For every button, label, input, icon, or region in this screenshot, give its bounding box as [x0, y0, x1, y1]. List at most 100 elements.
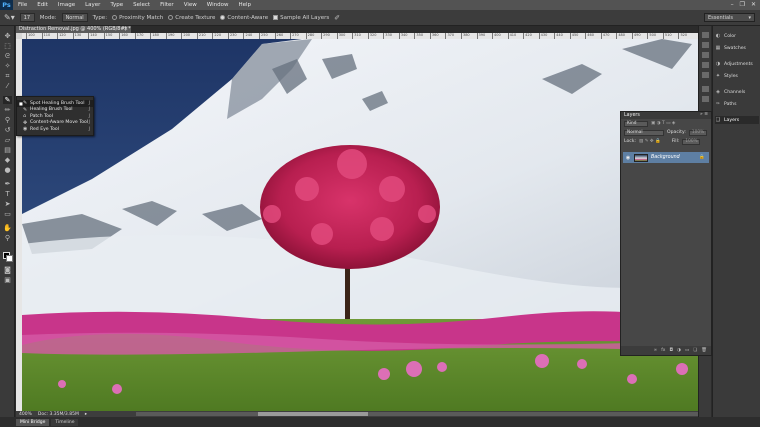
workspace-switcher[interactable]: Essentials ▾: [704, 13, 755, 22]
document-canvas[interactable]: [22, 39, 698, 411]
path-select-tool-icon[interactable]: ➤: [3, 200, 12, 208]
document-size[interactable]: Doc: 3.35M/3.85M: [38, 412, 79, 417]
dock-swatches[interactable]: ▦ Swatches: [715, 44, 759, 52]
filter-icons[interactable]: ▣ ◑ T ▭ ◈: [651, 121, 675, 126]
quick-select-tool-icon[interactable]: ✧: [3, 62, 12, 70]
layers-panel-header[interactable]: Layers » ≡: [621, 112, 711, 119]
shortcut-key: J: [88, 100, 90, 106]
sample-all-layers-checkbox[interactable]: [273, 14, 279, 20]
status-menu-arrow-icon[interactable]: ▸: [85, 412, 87, 417]
red-eye-icon: ◉: [23, 126, 28, 133]
properties-panel-icon[interactable]: [702, 42, 709, 48]
link-layers-icon[interactable]: ∞: [653, 348, 657, 353]
history-panel-icon[interactable]: [702, 32, 709, 38]
proximity-radio[interactable]: [112, 14, 118, 20]
dock-channels[interactable]: ◈ Channels: [715, 88, 759, 96]
dock-color[interactable]: ◐ Color: [715, 32, 759, 40]
minimize-button[interactable]: –: [731, 1, 734, 8]
pressure-size-icon[interactable]: ✐: [334, 14, 340, 22]
layer-name[interactable]: Background: [651, 155, 680, 160]
marquee-tool-icon[interactable]: ⬚: [3, 42, 12, 50]
sample-all-layers-option[interactable]: Sample All Layers: [273, 14, 329, 21]
menu-filter[interactable]: Filter: [155, 2, 179, 8]
tool-preset-icon[interactable]: ✎▾: [4, 13, 15, 22]
move-tool-icon[interactable]: ✥: [3, 32, 12, 40]
history-brush-tool-icon[interactable]: ↺: [3, 126, 12, 134]
lasso-tool-icon[interactable]: ᘓ: [3, 52, 12, 60]
info-panel-icon[interactable]: [702, 52, 709, 58]
kind-filter-select[interactable]: Kind: [624, 120, 648, 127]
eye-icon[interactable]: ◉: [625, 155, 631, 161]
menu-image[interactable]: Image: [53, 2, 80, 8]
dock-adjustments[interactable]: ◑ Adjustments: [715, 60, 759, 68]
dodge-tool-icon[interactable]: ●: [3, 166, 12, 174]
flyout-item-red-eye[interactable]: ◉ Red Eye Tool J: [17, 126, 93, 133]
scrollbar-thumb[interactable]: [258, 412, 368, 416]
flyout-item-label: Red Eye Tool: [30, 126, 60, 132]
layer-style-icon[interactable]: fx: [661, 348, 665, 353]
spot-healing-tool-icon[interactable]: ✎: [3, 96, 12, 104]
panel-menu-icon[interactable]: » ≡: [700, 112, 708, 117]
blur-tool-icon[interactable]: ◆: [3, 156, 12, 164]
content-aware-radio[interactable]: [220, 14, 226, 20]
close-button[interactable]: ✕: [751, 1, 756, 8]
close-tab-icon[interactable]: ×: [124, 26, 128, 33]
type-option-proximity[interactable]: Proximity Match: [112, 14, 163, 21]
adjustment-layer-icon[interactable]: ◑: [677, 348, 681, 353]
background-color-swatch[interactable]: [6, 255, 13, 262]
hand-tool-icon[interactable]: ✋: [3, 224, 12, 232]
menu-type[interactable]: Type: [105, 2, 128, 8]
pen-tool-icon[interactable]: ✒: [3, 180, 12, 188]
trash-icon[interactable]: 🗑: [701, 348, 707, 353]
eyedropper-tool-icon[interactable]: ⁄: [3, 82, 12, 90]
create-texture-radio[interactable]: [168, 14, 174, 20]
horizontal-scrollbar[interactable]: [136, 412, 706, 416]
layer-row-background[interactable]: ◉ Background 🔒: [623, 152, 709, 163]
brush-tool-icon[interactable]: ✏: [3, 106, 12, 114]
document-title: Distraction Removal.jpg @ 400% (RGB/8#) …: [19, 26, 131, 32]
type-option-create-texture[interactable]: Create Texture: [168, 14, 215, 21]
fill-field[interactable]: 100%: [682, 138, 701, 145]
zoom-level[interactable]: 400%: [19, 412, 32, 417]
lock-options-icons[interactable]: ▨ ✎ ✥ 🔒: [639, 139, 661, 144]
menu-window[interactable]: Window: [202, 2, 234, 8]
menu-help[interactable]: Help: [233, 2, 256, 8]
dock-layers[interactable]: ❑ Layers: [715, 116, 759, 124]
tab-mini-bridge[interactable]: Mini Bridge: [16, 418, 50, 426]
menu-layer[interactable]: Layer: [80, 2, 105, 8]
clone-source-panel-icon[interactable]: [702, 72, 709, 78]
menu-view[interactable]: View: [179, 2, 202, 8]
brush-panel-icon[interactable]: [702, 62, 709, 68]
mode-select[interactable]: Normal: [61, 13, 88, 22]
menu-select[interactable]: Select: [128, 2, 155, 8]
screen-mode-icon[interactable]: ▣: [3, 276, 12, 284]
eraser-tool-icon[interactable]: ▱: [3, 136, 12, 144]
new-group-icon[interactable]: ▭: [685, 348, 689, 353]
restore-button[interactable]: ❐: [740, 1, 745, 8]
gradient-tool-icon[interactable]: ▤: [3, 146, 12, 154]
opacity-field[interactable]: 100%: [688, 129, 707, 136]
tab-timeline[interactable]: Timeline: [51, 418, 79, 426]
shape-tool-icon[interactable]: ▭: [3, 210, 12, 218]
crop-tool-icon[interactable]: ⌗: [3, 72, 12, 80]
brush-size-picker[interactable]: 17: [19, 13, 35, 22]
layer-thumbnail[interactable]: [634, 153, 648, 162]
type-option-content-aware[interactable]: Content-Aware: [220, 14, 268, 21]
dock-paths[interactable]: ✑ Paths: [715, 100, 759, 108]
menu-file[interactable]: File: [13, 2, 32, 8]
add-mask-icon[interactable]: ◘: [669, 348, 673, 353]
flyout-item-label: Content-Aware Move Tool: [30, 120, 89, 126]
dock-styles[interactable]: ✦ Styles: [715, 72, 759, 80]
clone-stamp-tool-icon[interactable]: ⚲: [3, 116, 12, 124]
document-tab[interactable]: Distraction Removal.jpg @ 400% (RGB/8#) …: [16, 26, 131, 33]
character-panel-icon[interactable]: [702, 86, 709, 92]
menu-edit[interactable]: Edit: [32, 2, 53, 8]
paragraph-panel-icon[interactable]: [702, 96, 709, 102]
blend-mode-select[interactable]: Normal: [624, 129, 664, 136]
new-layer-icon[interactable]: ❏: [693, 348, 697, 353]
quick-mask-icon[interactable]: ◙: [3, 266, 12, 274]
zoom-tool-icon[interactable]: ⚲: [3, 234, 12, 242]
type-tool-icon[interactable]: T: [3, 190, 12, 198]
brush-size-value: 17: [23, 14, 31, 21]
tools-panel: ✥ ⬚ ᘓ ✧ ⌗ ⁄ ✎ ✏ ⚲ ↺ ▱ ▤ ◆ ● ✒ T ➤ ▭ ✋ ⚲ …: [0, 26, 15, 417]
